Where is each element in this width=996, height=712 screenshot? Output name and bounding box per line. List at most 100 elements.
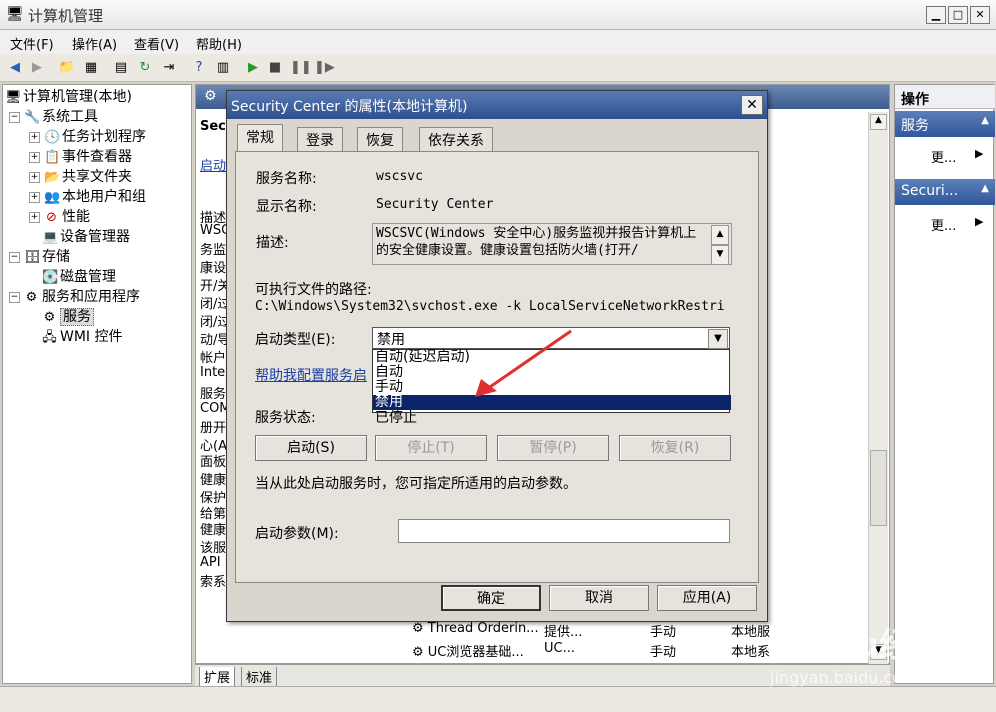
stop-button[interactable]: 停止(T): [375, 435, 487, 461]
view-icon[interactable]: ▥: [214, 59, 232, 77]
tree-item-task-scheduler[interactable]: + 🕓 任务计划程序: [29, 127, 146, 147]
help-configure-link[interactable]: 帮助我配置服务启: [255, 365, 367, 385]
services-scrollbar[interactable]: ▲ ▼: [868, 112, 888, 664]
desc-fragment: 健康: [200, 523, 227, 538]
submenu-arrow-icon: ▶: [975, 215, 984, 228]
tree-item-local-users[interactable]: + 👥 本地用户和组: [29, 187, 146, 207]
resume-button[interactable]: 恢复(R): [619, 435, 731, 461]
actions-section-services[interactable]: 服务 ▲: [895, 111, 995, 137]
start-params-input[interactable]: [398, 519, 730, 543]
desc-fragment: Inte: [200, 365, 226, 380]
clock-icon: 🕓: [44, 130, 61, 145]
tab-standard[interactable]: 标准: [241, 667, 278, 687]
refresh-icon[interactable]: ↻: [136, 59, 154, 77]
desc-fragment: 索系: [200, 575, 227, 590]
dialog-close-button[interactable]: ✕: [741, 95, 763, 115]
expand-icon[interactable]: +: [29, 191, 40, 203]
scroll-up-icon[interactable]: ▲: [870, 114, 887, 130]
tree-item-disk-management[interactable]: 💽 磁盘管理: [42, 267, 116, 287]
tab-logon[interactable]: 登录: [297, 127, 343, 151]
tree-item-services[interactable]: ⚙ 服务: [42, 307, 94, 327]
minimize-button[interactable]: ▁: [926, 6, 946, 24]
collapse-icon[interactable]: −: [9, 251, 20, 263]
menu-help[interactable]: 帮助(H): [196, 34, 242, 53]
table-row[interactable]: ⚙ Thread Orderin...: [412, 621, 539, 636]
desc-fragment: API: [200, 555, 221, 570]
collapse-arrow-icon[interactable]: ▲: [981, 115, 989, 126]
collapse-icon[interactable]: −: [9, 291, 20, 303]
start-service-icon[interactable]: ▶: [244, 59, 262, 77]
menu-action[interactable]: 操作(A): [72, 34, 117, 53]
dialog-title: Security Center 的属性(本地计算机): [231, 99, 468, 115]
exe-path-label: 可执行文件的路径:: [255, 282, 372, 298]
show-hide-tree-icon[interactable]: ▦: [82, 59, 100, 77]
tree-item-services-apps[interactable]: − ⚙ 服务和应用程序: [9, 287, 140, 307]
ok-button[interactable]: 确定: [441, 585, 541, 611]
dialog-titlebar: Security Center 的属性(本地计算机): [227, 91, 767, 119]
display-name-value: Security Center: [376, 197, 494, 212]
properties-icon[interactable]: ▤: [112, 59, 130, 77]
computer-management-icon: 🖥: [6, 6, 24, 22]
table-cell-logon: 本地服: [731, 625, 771, 640]
description-scrollbar[interactable]: ▲ ▼: [711, 225, 729, 265]
scroll-up-icon[interactable]: ▲: [711, 225, 729, 245]
desc-fragment: 面板: [200, 455, 227, 470]
scroll-down-icon[interactable]: ▼: [711, 245, 729, 265]
tree-item-wmi[interactable]: 🖧 WMI 控件: [42, 327, 122, 347]
restart-service-icon[interactable]: ❚▶: [314, 59, 335, 77]
cancel-button[interactable]: 取消: [549, 585, 649, 611]
tree-item-shared-folders[interactable]: + 📂 共享文件夹: [29, 167, 132, 187]
menu-view[interactable]: 查看(V): [134, 34, 179, 53]
watermark-url: jingyan.baidu.com: [770, 668, 918, 687]
pause-button[interactable]: 暂停(P): [497, 435, 609, 461]
chevron-down-icon[interactable]: ▼: [708, 329, 728, 349]
tree-item-root[interactable]: 🖥计算机管理(本地): [5, 87, 132, 107]
expand-icon[interactable]: +: [29, 171, 40, 183]
back-icon[interactable]: ◀: [6, 59, 24, 77]
expand-icon[interactable]: +: [29, 151, 40, 163]
expand-icon[interactable]: +: [29, 211, 40, 223]
desc-fragment: 健康: [200, 473, 227, 488]
export-icon[interactable]: ⇥: [160, 59, 178, 77]
tree-item-storage[interactable]: − 🗄存储: [9, 247, 70, 267]
tree-item-event-viewer[interactable]: + 📋 事件查看器: [29, 147, 132, 167]
submenu-arrow-icon: ▶: [975, 147, 984, 160]
tab-general[interactable]: 常规: [237, 124, 283, 152]
start-button[interactable]: 启动(S): [255, 435, 367, 461]
table-cell-startup: 手动: [650, 625, 677, 640]
collapse-icon[interactable]: −: [9, 111, 20, 123]
forward-icon[interactable]: ▶: [28, 59, 46, 77]
action-more-services[interactable]: 更...: [931, 147, 956, 166]
service-name-value: wscsvc: [376, 169, 423, 184]
tab-dependencies[interactable]: 依存关系: [419, 127, 493, 151]
display-name-label: 显示名称:: [256, 199, 317, 215]
tab-recovery[interactable]: 恢复: [357, 127, 403, 151]
table-cell-logon: 本地系: [731, 645, 771, 660]
action-more-security[interactable]: 更...: [931, 215, 956, 234]
tab-extended[interactable]: 扩展: [199, 667, 236, 687]
tree-item-device-manager[interactable]: 💻 设备管理器: [42, 227, 130, 247]
apply-button[interactable]: 应用(A): [657, 585, 757, 611]
maximize-button[interactable]: □: [948, 6, 968, 24]
menu-file[interactable]: 文件(F): [10, 34, 54, 53]
up-folder-icon[interactable]: 📁: [58, 59, 76, 77]
collapse-arrow-icon[interactable]: ▲: [981, 183, 989, 194]
watermark-logo: Baidu经验: [770, 626, 948, 666]
start-service-link[interactable]: 启动: [200, 155, 226, 174]
actions-section-security[interactable]: Securi... ▲: [895, 179, 995, 205]
start-params-hint: 当从此处启动服务时，您可指定所适用的启动参数。: [255, 476, 577, 492]
desc-fragment: 该服: [200, 541, 227, 556]
help-icon[interactable]: ?: [190, 59, 208, 77]
menu-bar: 文件(F) 操作(A) 查看(V) 帮助(H): [0, 30, 996, 54]
red-arrow-annotation: [475, 329, 572, 397]
table-row[interactable]: ⚙ UC浏览器基础...: [412, 641, 524, 660]
expand-icon[interactable]: +: [29, 131, 40, 143]
stop-service-icon[interactable]: ■: [266, 59, 284, 77]
tree-item-system-tools[interactable]: − 🔧 系统工具: [9, 107, 98, 127]
window-title: 计算机管理: [28, 7, 104, 25]
service-status-value: 已停止: [375, 410, 417, 426]
scroll-thumb[interactable]: [870, 450, 887, 526]
pause-service-icon[interactable]: ❚❚: [290, 59, 312, 77]
close-button[interactable]: ✕: [970, 6, 990, 24]
tree-item-performance[interactable]: + ⊘ 性能: [29, 207, 90, 227]
